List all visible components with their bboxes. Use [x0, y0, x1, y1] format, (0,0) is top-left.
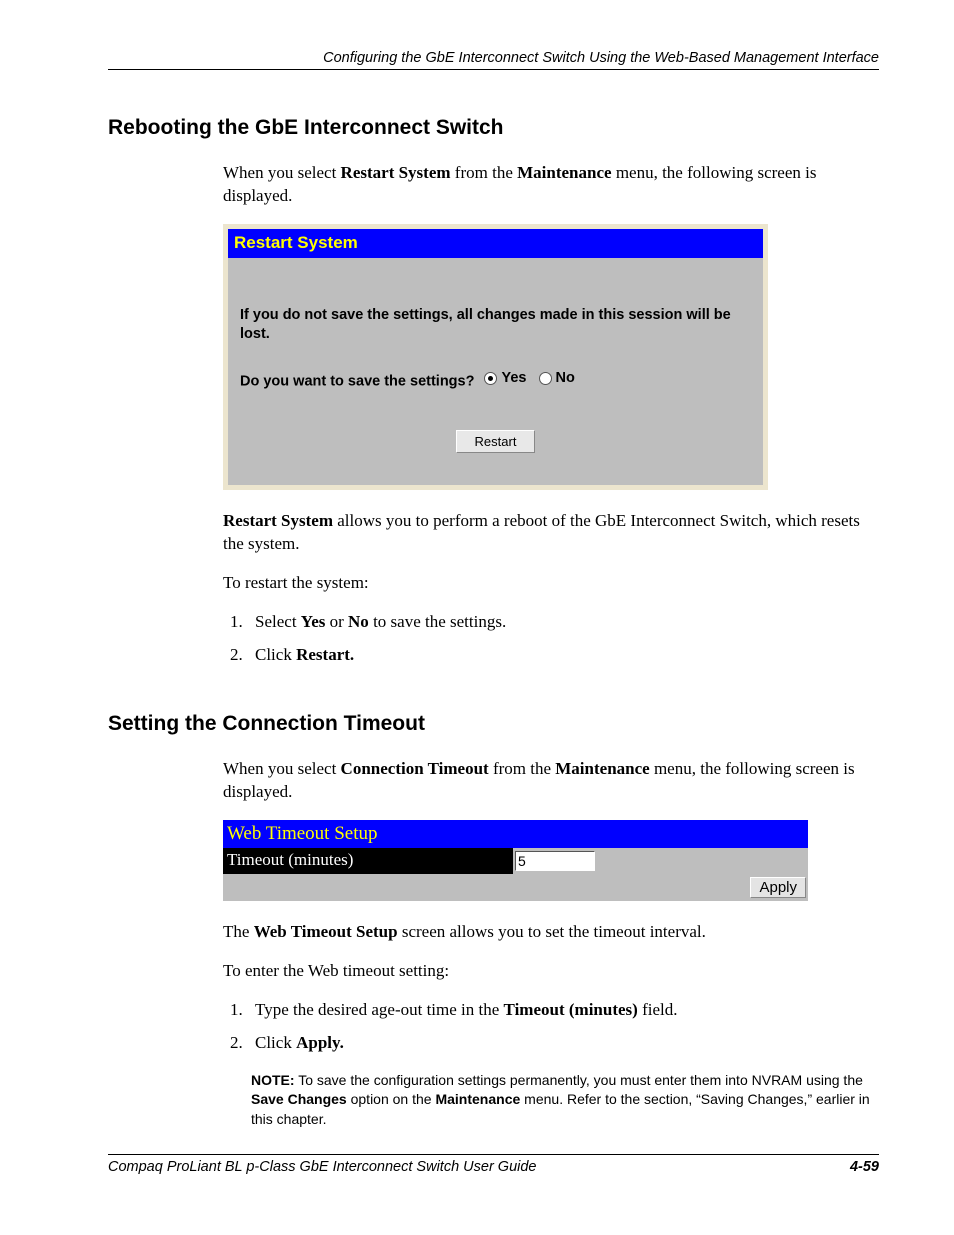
radio-no-label: No [556, 369, 575, 389]
list-item: Click Apply. [247, 1032, 879, 1055]
apply-button[interactable]: Apply [750, 877, 806, 898]
text: from the [489, 759, 556, 778]
text-bold: Maintenance [517, 163, 611, 182]
text: The [223, 922, 254, 941]
list-item: Type the desired age-out time in the Tim… [247, 999, 879, 1022]
text-bold: Web Timeout Setup [254, 922, 398, 941]
text-bold: Save Changes [251, 1091, 347, 1107]
text-bold: Restart System [341, 163, 451, 182]
text: to save the settings. [369, 612, 506, 631]
section2-steps: Type the desired age-out time in the Tim… [247, 999, 879, 1055]
footer-page-number: 4-59 [850, 1159, 879, 1175]
section1-intro: When you select Restart System from the … [223, 162, 879, 208]
text-bold: Restart System [223, 511, 333, 530]
section2-intro: When you select Connection Timeout from … [223, 758, 879, 804]
list-item: Click Restart. [247, 644, 879, 667]
radio-yes-label: Yes [501, 369, 526, 389]
section-heading-reboot: Rebooting the GbE Interconnect Switch [108, 116, 879, 140]
text: from the [451, 163, 518, 182]
section1-steps-intro: To restart the system: [223, 572, 879, 595]
restart-panel-title: Restart System [228, 229, 763, 258]
text: When you select [223, 163, 341, 182]
section1-after: Restart System allows you to perform a r… [223, 510, 879, 556]
list-item: Select Yes or No to save the settings. [247, 611, 879, 634]
restart-system-panel: Restart System If you do not save the se… [223, 224, 768, 490]
section2-steps-intro: To enter the Web timeout setting: [223, 960, 879, 983]
text: When you select [223, 759, 341, 778]
text-bold: Maintenance [435, 1091, 520, 1107]
radio-yes[interactable] [484, 372, 497, 385]
text: Click [255, 645, 296, 664]
section2-after: The Web Timeout Setup screen allows you … [223, 921, 879, 944]
text-bold: Connection Timeout [341, 759, 489, 778]
text: Select [255, 612, 301, 631]
note-block: NOTE: To save the configuration settings… [251, 1071, 879, 1130]
restart-warning-text: If you do not save the settings, all cha… [240, 306, 751, 345]
radio-no[interactable] [539, 372, 552, 385]
timeout-label: Timeout (minutes) [223, 848, 513, 874]
web-timeout-panel: Web Timeout Setup Timeout (minutes) Appl… [223, 820, 808, 901]
text-bold: Apply. [296, 1033, 344, 1052]
section1-steps: Select Yes or No to save the settings. C… [247, 611, 879, 667]
footer-doc-title: Compaq ProLiant BL p-Class GbE Interconn… [108, 1159, 537, 1175]
text-bold: Restart. [296, 645, 354, 664]
note-label: NOTE: [251, 1072, 295, 1088]
text: field. [638, 1000, 678, 1019]
text-bold: Timeout (minutes) [504, 1000, 638, 1019]
text: screen allows you to set the timeout int… [398, 922, 706, 941]
timeout-panel-title: Web Timeout Setup [223, 820, 808, 848]
page-header: Configuring the GbE Interconnect Switch … [108, 50, 879, 70]
text: Type the desired age-out time in the [255, 1000, 504, 1019]
text-bold: Yes [301, 612, 326, 631]
text-bold: Maintenance [555, 759, 649, 778]
section-heading-timeout: Setting the Connection Timeout [108, 712, 879, 736]
text: option on the [347, 1091, 436, 1107]
text: To save the configuration settings perma… [295, 1072, 863, 1088]
save-settings-question: Do you want to save the settings? [240, 373, 474, 389]
text: or [325, 612, 348, 631]
timeout-input[interactable] [515, 851, 595, 871]
text-bold: No [348, 612, 369, 631]
text: Click [255, 1033, 296, 1052]
page-footer: Compaq ProLiant BL p-Class GbE Interconn… [108, 1154, 879, 1175]
restart-button[interactable]: Restart [456, 430, 536, 453]
